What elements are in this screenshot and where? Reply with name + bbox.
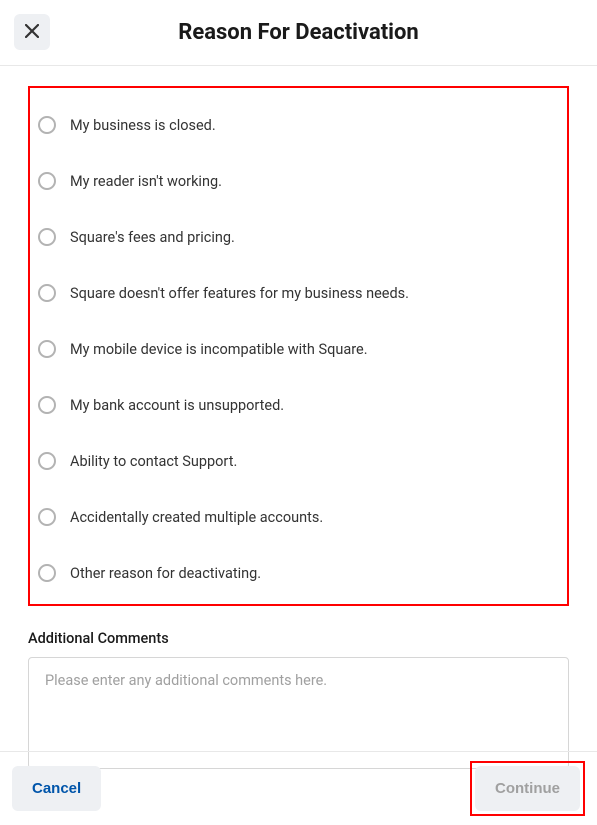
reason-label: Ability to contact Support. bbox=[70, 453, 237, 470]
reason-option[interactable]: My mobile device is incompatible with Sq… bbox=[38, 332, 559, 366]
radio-icon bbox=[38, 284, 56, 302]
page-title: Reason For Deactivation bbox=[178, 20, 419, 45]
modal-header: Reason For Deactivation bbox=[0, 0, 597, 66]
reason-option[interactable]: Square doesn't offer features for my bus… bbox=[38, 276, 559, 310]
reason-option[interactable]: Accidentally created multiple accounts. bbox=[38, 500, 559, 534]
reason-label: My reader isn't working. bbox=[70, 173, 222, 190]
reason-option[interactable]: Other reason for deactivating. bbox=[38, 556, 559, 590]
continue-highlight: Continue bbox=[470, 761, 585, 816]
cancel-button[interactable]: Cancel bbox=[12, 766, 101, 811]
radio-icon bbox=[38, 508, 56, 526]
content-area: My business is closed. My reader isn't w… bbox=[0, 66, 597, 773]
reasons-list: My business is closed. My reader isn't w… bbox=[28, 86, 569, 606]
reason-option[interactable]: Ability to contact Support. bbox=[38, 444, 559, 478]
radio-icon bbox=[38, 396, 56, 414]
radio-icon bbox=[38, 116, 56, 134]
continue-button[interactable]: Continue bbox=[475, 766, 580, 811]
reason-label: My mobile device is incompatible with Sq… bbox=[70, 341, 368, 358]
reason-label: Square's fees and pricing. bbox=[70, 229, 235, 246]
reason-option[interactable]: My business is closed. bbox=[38, 108, 559, 142]
radio-icon bbox=[38, 340, 56, 358]
reason-option[interactable]: Square's fees and pricing. bbox=[38, 220, 559, 254]
reason-label: Accidentally created multiple accounts. bbox=[70, 509, 323, 526]
radio-icon bbox=[38, 564, 56, 582]
close-icon bbox=[25, 24, 39, 41]
radio-icon bbox=[38, 452, 56, 470]
close-button[interactable] bbox=[14, 14, 50, 50]
reason-label: Other reason for deactivating. bbox=[70, 565, 261, 582]
modal-footer: Cancel Continue bbox=[0, 751, 597, 825]
comments-label: Additional Comments bbox=[28, 630, 569, 647]
reason-label: My bank account is unsupported. bbox=[70, 397, 284, 414]
radio-icon bbox=[38, 228, 56, 246]
reason-label: My business is closed. bbox=[70, 117, 216, 134]
reason-option[interactable]: My bank account is unsupported. bbox=[38, 388, 559, 422]
radio-icon bbox=[38, 172, 56, 190]
reason-label: Square doesn't offer features for my bus… bbox=[70, 285, 409, 302]
reason-option[interactable]: My reader isn't working. bbox=[38, 164, 559, 198]
